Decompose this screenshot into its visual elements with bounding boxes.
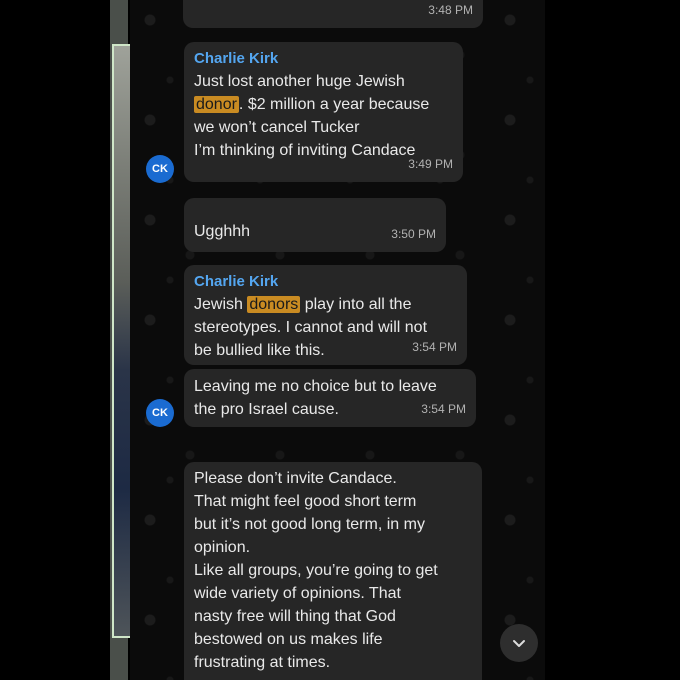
message-line: Jewish donors play into all the <box>194 293 457 316</box>
message-line: bestowed on us makes life <box>194 631 383 648</box>
scroll-down-button[interactable] <box>500 624 538 662</box>
message-text: . $2 million a year because <box>238 96 430 113</box>
message-time: 3:50 PM <box>391 227 436 241</box>
message-bubble[interactable]: Charlie Kirk Just lost another huge Jewi… <box>184 42 463 182</box>
message-line: nasty free will thing that God <box>194 608 396 625</box>
message-line: but it’s not good long term, in my <box>194 516 425 533</box>
message-line: That might feel good short term <box>194 493 417 510</box>
message-text: Jewish <box>194 296 248 313</box>
sender-name[interactable]: Charlie Kirk <box>194 48 453 70</box>
highlighted-word: donors <box>247 296 301 313</box>
avatar[interactable]: CK <box>146 399 174 427</box>
message-bubble[interactable]: Ugghhh 3:50 PM <box>184 198 446 252</box>
message-bubble[interactable]: 3:48 PM <box>183 0 483 28</box>
message-line: wide variety of opinions. That <box>194 585 401 602</box>
message-line: Please don’t invite Candace. <box>194 470 397 487</box>
message-line: opinion. <box>194 539 251 556</box>
chevron-down-icon <box>513 640 525 647</box>
message-line: Leaving me no choice but to leave <box>194 378 437 395</box>
avatar[interactable]: CK <box>146 155 174 183</box>
message-line: Like all groups, you’re going to get <box>194 562 438 579</box>
message-text: play into all the <box>300 296 412 313</box>
screen: 3:48 PM Charlie Kirk Just lost another h… <box>0 0 680 680</box>
message-line: Just lost another huge Jewish <box>194 73 405 90</box>
message-time: 3:48 PM <box>428 3 473 17</box>
message-bubble[interactable]: Charlie Kirk Jewish donors play into all… <box>184 265 467 365</box>
message-body: Please don’t invite Candace. That might f… <box>194 467 472 674</box>
message-line: donor. $2 million a year because <box>194 93 453 116</box>
message-time: 3:54 PM <box>412 340 457 354</box>
highlighted-word: donor <box>194 96 239 113</box>
right-margin <box>545 0 680 680</box>
message-time: 3:49 PM <box>408 157 453 171</box>
message-time: 3:54 PM <box>421 402 466 416</box>
sender-name[interactable]: Charlie Kirk <box>194 271 457 293</box>
message-line: we won’t cancel Tucker <box>194 119 360 136</box>
message-bubble[interactable]: Please don’t invite Candace. That might f… <box>184 462 482 680</box>
background-window-thumbnail <box>112 44 130 638</box>
message-line: frustrating at times. <box>194 654 331 671</box>
message-bubble[interactable]: Leaving me no choice but to leave the pr… <box>184 369 476 427</box>
